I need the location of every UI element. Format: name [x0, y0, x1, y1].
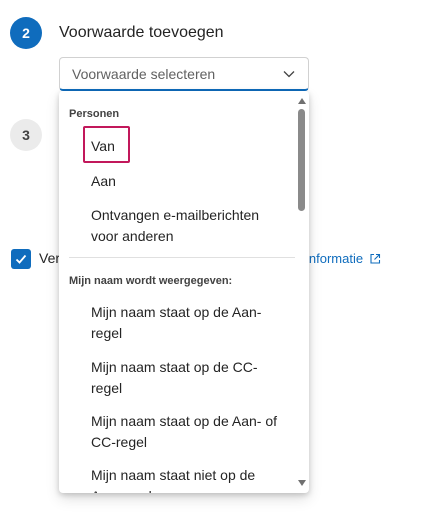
step-3-badge: 3	[10, 119, 42, 151]
option-naam-niet-aan-regel[interactable]: Mijn naam staat niet op de Aan-regel	[91, 465, 281, 493]
option-ontvangen-voor-anderen[interactable]: Ontvangen e-mailberichten voor anderen	[91, 205, 281, 247]
group-header-personen: Personen	[69, 108, 120, 120]
checkmark-icon	[15, 254, 27, 264]
scrollbar[interactable]	[295, 91, 309, 493]
option-naam-aan-of-cc-regel[interactable]: Mijn naam staat op de Aan- of CC-regel	[91, 411, 281, 453]
external-link-icon	[370, 253, 381, 264]
option-naam-cc-regel[interactable]: Mijn naam staat op de CC-regel	[91, 357, 281, 399]
more-info-link[interactable]: informatie	[306, 251, 381, 266]
condition-select[interactable]: Voorwaarde selecteren	[59, 57, 309, 91]
group-divider	[69, 257, 295, 258]
rules-editor: 2 Voorwaarde toevoegen Voorwaarde select…	[0, 0, 428, 512]
group-header-mijn-naam: Mijn naam wordt weergegeven:	[69, 275, 233, 287]
condition-select-placeholder: Voorwaarde selecteren	[72, 65, 216, 82]
step-2-number: 2	[22, 25, 30, 41]
option-aan[interactable]: Aan	[91, 171, 281, 192]
scroll-down-arrow-icon[interactable]	[298, 480, 306, 486]
step-3-number: 3	[22, 127, 30, 143]
step-2-title: Voorwaarde toevoegen	[59, 24, 224, 41]
option-van[interactable]: Van	[91, 136, 281, 157]
checkbox[interactable]	[11, 249, 31, 269]
option-naam-aan-regel[interactable]: Mijn naam staat op de Aan-regel	[91, 302, 281, 344]
scroll-up-arrow-icon[interactable]	[298, 98, 306, 104]
step-2-badge: 2	[10, 17, 42, 49]
scrollbar-thumb[interactable]	[298, 109, 305, 211]
checkbox-label: Ver	[39, 250, 61, 266]
chevron-down-icon	[283, 70, 295, 77]
more-info-link-label: informatie	[306, 251, 364, 266]
condition-dropdown-list: Personen Van Aan Ontvangen e-mailbericht…	[59, 91, 309, 493]
